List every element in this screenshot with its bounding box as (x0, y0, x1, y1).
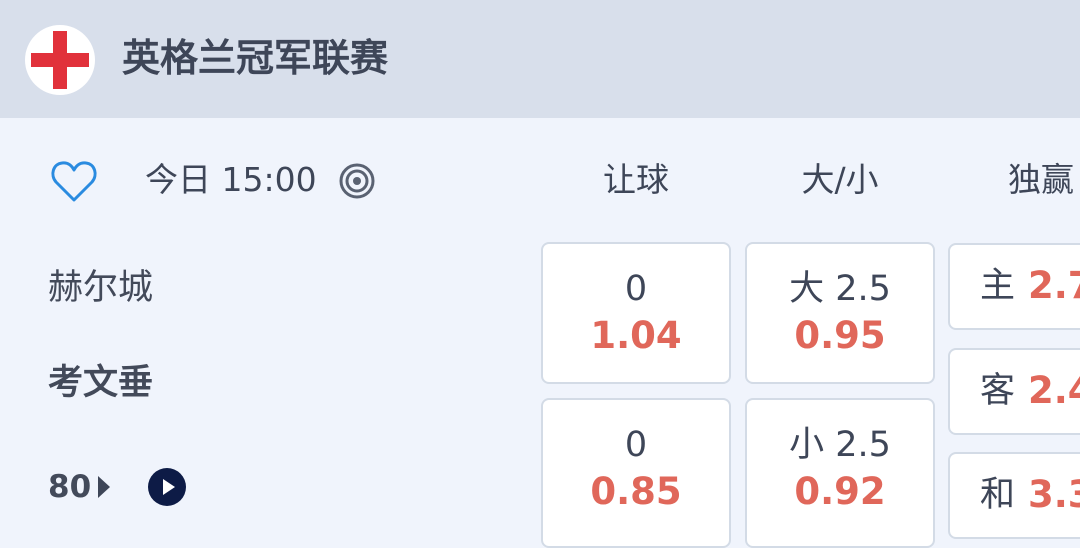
win-price: 2.4 (1028, 369, 1080, 412)
win-label: 和 (980, 475, 1016, 515)
win-draw-odds[interactable]: 和 3.3 (948, 452, 1080, 539)
win-home-odds[interactable]: 主 2.7 (948, 243, 1080, 330)
away-team[interactable]: 考文垂 (48, 358, 153, 408)
live-tracker-icon[interactable] (338, 162, 376, 200)
caret-right-icon (98, 476, 110, 498)
england-flag-icon (25, 25, 95, 95)
win-price: 2.7 (1028, 264, 1080, 307)
over-under-price: 0.92 (794, 470, 886, 513)
home-team[interactable]: 赫尔城 (48, 263, 153, 313)
win-label: 主 (980, 266, 1016, 306)
match-time: 今日 15:00 (145, 160, 317, 199)
handicap-price: 1.04 (590, 314, 682, 357)
league-title: 英格兰冠军联赛 (122, 36, 389, 80)
play-video-icon[interactable] (148, 468, 186, 506)
league-header[interactable]: 英格兰冠军联赛 (0, 0, 1080, 118)
over-under-price: 0.95 (794, 314, 886, 357)
win-away-odds[interactable]: 客 2.4 (948, 348, 1080, 435)
win-price: 3.3 (1028, 473, 1080, 516)
over-odds[interactable]: 大 2.5 0.95 (745, 242, 935, 384)
heart-icon[interactable] (50, 158, 98, 204)
over-under-line: 小 2.5 (789, 425, 891, 465)
handicap-line: 0 (624, 425, 648, 465)
handicap-price: 0.85 (590, 470, 682, 513)
handicap-away-odds[interactable]: 0 0.85 (541, 398, 731, 548)
handicap-home-odds[interactable]: 0 1.04 (541, 242, 731, 384)
handicap-line: 0 (624, 269, 648, 309)
win-label: 客 (980, 371, 1016, 411)
column-handicap: 让球 (603, 160, 669, 199)
under-odds[interactable]: 小 2.5 0.92 (745, 398, 935, 548)
over-under-line: 大 2.5 (789, 269, 891, 309)
match-minute: 80 (48, 469, 92, 505)
column-win: 独赢 (1008, 160, 1074, 199)
column-over-under: 大/小 (801, 160, 879, 199)
